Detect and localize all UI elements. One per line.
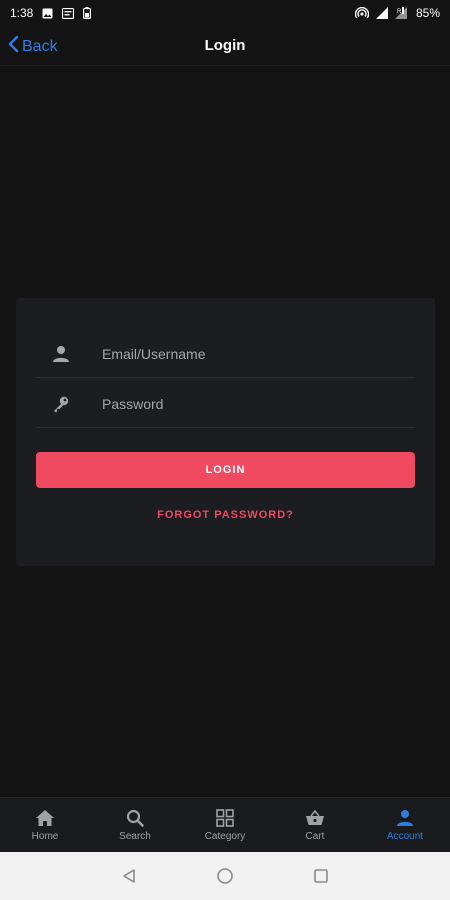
nav-label-home: Home: [31, 831, 59, 842]
svg-text:R: R: [397, 9, 402, 15]
email-placeholder: Email/Username: [102, 345, 206, 362]
password-field[interactable]: Password: [36, 380, 415, 428]
grid-icon: [216, 808, 234, 828]
home-icon: [35, 808, 55, 828]
login-card: Email/Username Password LOGIN FORGOT PAS…: [16, 298, 435, 566]
nav-label-category: Category: [204, 831, 246, 842]
recents-square-icon[interactable]: [309, 864, 333, 888]
nav-item-cart[interactable]: Cart: [270, 798, 360, 852]
person-icon: [36, 345, 82, 363]
system-nav-bar: [0, 852, 450, 900]
status-bar: 1:38 R 85%: [0, 0, 450, 26]
password-placeholder: Password: [102, 395, 164, 412]
home-circle-icon[interactable]: [213, 864, 237, 888]
login-button[interactable]: LOGIN: [36, 452, 415, 488]
nav-label-account: Account: [386, 831, 424, 842]
account-icon: [396, 808, 414, 828]
signal-icon: [375, 7, 388, 19]
bottom-nav: Home Search Category Cart Account: [0, 797, 450, 852]
message-icon: [62, 7, 75, 19]
nav-label-search: Search: [119, 831, 151, 842]
email-field[interactable]: Email/Username: [36, 330, 415, 378]
signal-off-icon: R: [394, 7, 409, 19]
basket-icon: [305, 808, 325, 828]
back-triangle-icon[interactable]: [117, 864, 141, 888]
status-left: 1:38: [10, 6, 92, 20]
hotspot-icon: [354, 7, 369, 19]
nav-item-category[interactable]: Category: [180, 798, 270, 852]
nav-label-cart: Cart: [305, 831, 325, 842]
status-time: 1:38: [10, 6, 34, 20]
search-icon: [126, 808, 144, 828]
battery-percent: 85%: [415, 6, 440, 20]
status-right: R 85%: [354, 6, 440, 20]
app-bar: Back Login: [0, 26, 450, 66]
forgot-password-link[interactable]: FORGOT PASSWORD?: [16, 509, 435, 521]
image-icon: [42, 8, 53, 19]
page-title: Login: [204, 37, 246, 54]
nav-item-home[interactable]: Home: [0, 798, 90, 852]
battery-saver-icon: [83, 7, 92, 19]
key-icon: [36, 395, 82, 413]
nav-item-account[interactable]: Account: [360, 798, 450, 852]
nav-item-search[interactable]: Search: [90, 798, 180, 852]
